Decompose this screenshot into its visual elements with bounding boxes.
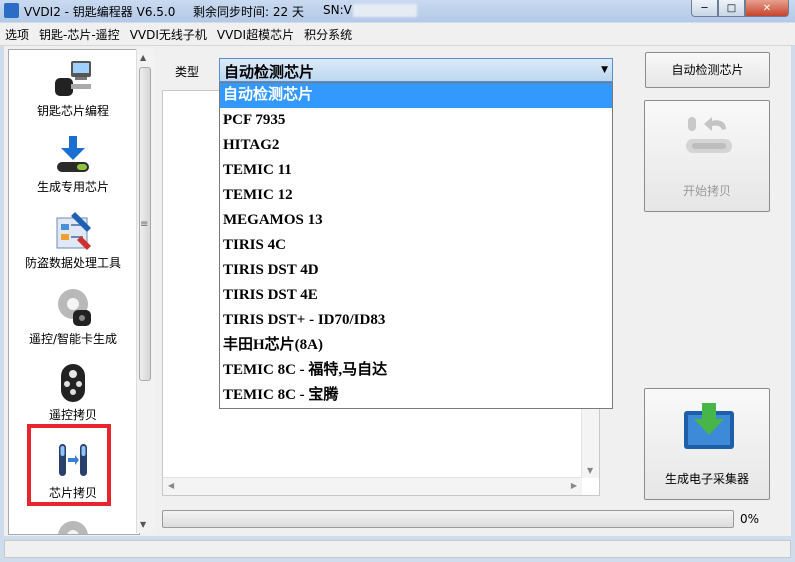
dropdown-option[interactable]: 丰田H芯片(8A) [220, 333, 612, 358]
menu-vvdi-super-chip[interactable]: VVDI超模芯片 [212, 26, 299, 43]
serial-number-label: SN:V [323, 3, 352, 17]
chip-generate-icon [51, 134, 95, 176]
type-dropdown-list: 自动检测芯片 PCF 7935 HITAG2 TEMIC 11 TEMIC 12… [219, 82, 613, 409]
dropdown-option[interactable]: HITAG2 [220, 133, 612, 158]
sidebar-item-label: 防盗数据处理工具 [24, 256, 121, 270]
scroll-down-arrow-icon[interactable]: ▼ [587, 466, 593, 475]
sidebar-item-more[interactable] [9, 514, 137, 534]
type-label: 类型 [175, 65, 200, 79]
remote-gear-icon [51, 286, 95, 328]
window-title: VVDI2 - 钥匙编程器 V6.5.0 [24, 5, 176, 19]
dropdown-option[interactable]: PCF 7935 [220, 108, 612, 133]
scrollbar-grip-icon: ≡ [140, 219, 149, 230]
gear-icon [51, 514, 95, 534]
minimize-button[interactable]: ─ [691, 0, 718, 17]
scroll-right-arrow-icon[interactable]: ▶ [571, 481, 577, 490]
selection-highlight-box [27, 424, 111, 506]
download-device-icon [682, 401, 736, 451]
auto-detect-chip-button[interactable]: 自动检测芯片 [645, 52, 770, 88]
status-bar [4, 540, 791, 558]
sidebar-item-remote-copy[interactable]: 遥控拷贝 [9, 362, 137, 423]
sidebar-item-label: 遥控拷贝 [48, 408, 97, 422]
remote-copy-icon [51, 362, 95, 404]
minimize-icon: ─ [701, 2, 708, 14]
window-controls: ─ □ ✕ [691, 0, 789, 17]
sidebar-item-label: 生成专用芯片 [36, 180, 109, 194]
sidebar-scrollbar[interactable]: ▲ ≡ ▼ [136, 49, 154, 533]
title-bar: VVDI2 - 钥匙编程器 V6.5.0 剩余同步时间: 22 天 SN:V ─… [0, 0, 795, 22]
key-programmer-icon [51, 58, 95, 100]
progress-bar [162, 510, 734, 528]
menu-key-chip-remote[interactable]: 钥匙-芯片-遥控 [34, 26, 125, 43]
function-sidebar: 钥匙芯片编程 生成专用芯片 防盗数据处理工具 遥控/智能卡生成 遥控拷贝 芯片拷… [8, 49, 140, 535]
serial-number-redacted [353, 4, 417, 17]
scroll-up-arrow-icon[interactable]: ▲ [140, 53, 146, 62]
type-select[interactable]: 自动检测芯片 ▼ [219, 58, 613, 82]
client-area: 钥匙芯片编程 生成专用芯片 防盗数据处理工具 遥控/智能卡生成 遥控拷贝 芯片拷… [4, 46, 791, 536]
type-select-value: 自动检测芯片 [224, 65, 315, 81]
close-button[interactable]: ✕ [745, 0, 789, 17]
maximize-icon: □ [726, 2, 737, 14]
dropdown-option[interactable]: TEMIC 8C - 福特,马自达 [220, 358, 612, 383]
menu-options[interactable]: 选项 [0, 26, 34, 43]
progress-percent: 0% [740, 512, 760, 526]
menu-points-system[interactable]: 积分系统 [299, 26, 357, 43]
sidebar-item-immo-data-tools[interactable]: 防盗数据处理工具 [9, 210, 137, 271]
start-copy-button[interactable]: 开始拷贝 [644, 100, 770, 212]
app-icon [4, 3, 19, 18]
dropdown-option[interactable]: 自动检测芯片 [220, 83, 612, 108]
scroll-left-arrow-icon[interactable]: ◀ [168, 481, 174, 490]
dropdown-option[interactable]: TIRIS DST 4D [220, 258, 612, 283]
maximize-button[interactable]: □ [718, 0, 745, 17]
generate-collector-button[interactable]: 生成电子采集器 [644, 388, 770, 500]
copy-device-icon [682, 113, 736, 163]
sidebar-item-label: 钥匙芯片编程 [36, 104, 109, 118]
close-icon: ✕ [762, 2, 772, 14]
dropdown-option[interactable]: MEGAMOS 13 [220, 208, 612, 233]
sidebar-item-label: 遥控/智能卡生成 [28, 332, 118, 346]
menu-vvdi-wireless[interactable]: VVDI无线子机 [125, 26, 212, 43]
sync-time-text: 剩余同步时间: 22 天 [193, 5, 304, 19]
dropdown-option[interactable]: TEMIC 11 [220, 158, 612, 183]
generate-collector-label: 生成电子采集器 [664, 472, 749, 486]
dropdown-option[interactable]: TEMIC 12 [220, 183, 612, 208]
immo-tools-icon [51, 210, 95, 252]
sidebar-item-remote-smartcard-generate[interactable]: 遥控/智能卡生成 [9, 286, 137, 347]
scroll-down-arrow-icon[interactable]: ▼ [140, 520, 146, 529]
dropdown-option[interactable]: TEMIC 8C - 宝腾 [220, 383, 612, 408]
dropdown-option[interactable]: TIRIS 4C [220, 233, 612, 258]
sidebar-item-key-chip-programming[interactable]: 钥匙芯片编程 [9, 58, 137, 119]
sidebar-item-generate-special-chip[interactable]: 生成专用芯片 [9, 134, 137, 195]
menu-bar: 选项 钥匙-芯片-遥控 VVDI无线子机 VVDI超模芯片 积分系统 [0, 23, 795, 46]
panel-horizontal-scrollbar[interactable]: ◀ ▶ [163, 477, 582, 495]
start-copy-label: 开始拷贝 [682, 184, 731, 198]
dropdown-option[interactable]: TIRIS DST+ - ID70/ID83 [220, 308, 612, 333]
dropdown-option[interactable]: TIRIS DST 4E [220, 283, 612, 308]
chevron-down-icon: ▼ [601, 65, 608, 75]
